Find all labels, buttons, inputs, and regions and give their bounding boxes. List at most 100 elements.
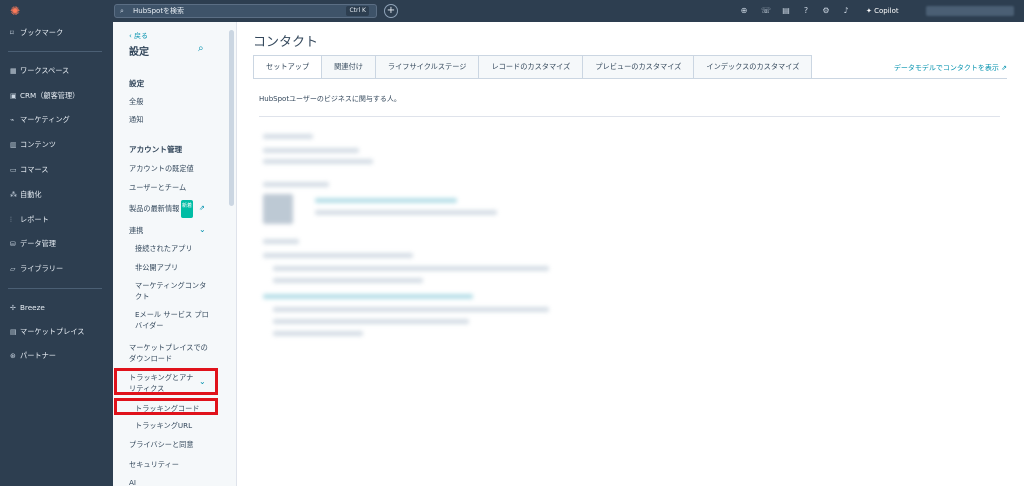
marketplace-icon[interactable]: ▤ — [780, 5, 792, 17]
nav-label: 自動化 — [20, 190, 42, 199]
nav-item-bookmarks[interactable]: ⌑ ブックマーク — [10, 28, 63, 38]
nav-label: データ管理 — [20, 239, 56, 248]
section-divider — [259, 116, 1000, 117]
settings-item-email-provider[interactable]: Eメール サービス プロ — [135, 309, 209, 320]
settings-item-notifications[interactable]: 通知 — [129, 114, 143, 125]
settings-gear-icon[interactable]: ⚙ — [820, 5, 832, 17]
top-navigation-bar: ✺ ⌕ HubSpotを検索 Ctrl K + ⊕ ☏ ▤ ? ⚙ ♪ ✦ Co… — [0, 0, 1024, 22]
nav-item-content[interactable]: ▥ コンテンツ — [10, 140, 56, 150]
settings-item-marketing-contacts-cont: クト — [135, 292, 150, 301]
nav-item-workspace[interactable]: ▦ ワークスペース — [10, 66, 69, 76]
settings-item-marketplace-downloads-cont: ダウンロード — [129, 354, 173, 363]
tab-lifecycle-stages[interactable]: ライフサイクルステージ — [375, 55, 480, 79]
nav-label: マーケティング — [20, 115, 70, 124]
settings-item-users-teams[interactable]: ユーザーとチーム — [129, 182, 186, 193]
nav-label: CRM（顧客管理） — [20, 91, 80, 100]
blurred-content — [263, 148, 359, 153]
marketplace-icon: ▤ — [10, 328, 17, 336]
copilot-button[interactable]: ✦ Copilot — [866, 4, 899, 18]
nav-label: Breeze — [20, 303, 45, 312]
partner-icon: ⊛ — [10, 352, 16, 360]
create-new-button[interactable]: + — [384, 4, 398, 18]
blurred-image — [263, 194, 293, 224]
account-menu[interactable] — [926, 6, 1014, 16]
new-badge: 新着 — [181, 200, 193, 218]
settings-item-connected-apps[interactable]: 接続されたアプリ — [135, 243, 193, 254]
nav-item-reports[interactable]: ⫶ レポート — [10, 215, 49, 225]
breeze-icon: ✢ — [10, 304, 16, 312]
search-shortcut: Ctrl K — [346, 6, 369, 16]
data-icon: ⛁ — [10, 240, 16, 248]
blurred-content — [273, 266, 549, 271]
settings-search-icon[interactable]: ⌕ — [198, 43, 204, 54]
blurred-content — [315, 198, 457, 203]
nav-label: コンテンツ — [20, 140, 56, 149]
blurred-content — [263, 253, 413, 258]
tab-record-customization[interactable]: レコードのカスタマイズ — [479, 55, 584, 79]
settings-item-privacy[interactable]: プライバシーと同意 — [129, 439, 194, 450]
back-link[interactable]: ‹ 戻る — [129, 31, 148, 41]
nav-label: パートナー — [20, 351, 56, 360]
settings-sidebar: ‹ 戻る 設定 ⌕ 設定 全般 通知 アカウント管理 アカウントの既定値 ユーザ… — [113, 22, 237, 486]
nav-divider — [8, 288, 102, 289]
data-model-link[interactable]: データモデルでコンタクトを表示 ⇗ — [894, 63, 1007, 73]
content-icon: ▥ — [10, 141, 17, 149]
nav-label: ブックマーク — [20, 28, 64, 37]
nav-item-breeze[interactable]: ✢ Breeze — [10, 303, 45, 313]
settings-scrollbar[interactable] — [229, 30, 234, 206]
crm-icon: ▣ — [10, 92, 17, 100]
settings-item-tracking-url[interactable]: トラッキングURL — [135, 420, 192, 431]
tab-index-customization[interactable]: インデックスのカスタマイズ — [694, 55, 813, 79]
hubspot-logo-icon[interactable]: ✺ — [8, 4, 22, 18]
external-link-icon: ⇗ — [1001, 64, 1007, 72]
tab-preview-customization[interactable]: プレビューのカスタマイズ — [583, 55, 695, 79]
chevron-down-icon[interactable]: ⌄ — [199, 225, 206, 234]
settings-item-security[interactable]: セキュリティー — [129, 459, 179, 470]
blurred-content — [263, 159, 373, 164]
nav-item-marketplace[interactable]: ▤ マーケットプレイス — [10, 327, 84, 337]
settings-item-general[interactable]: 全般 — [129, 96, 143, 107]
marketing-icon: ⌁ — [10, 116, 15, 124]
automation-icon: ⁂ — [10, 191, 17, 199]
blurred-content — [263, 182, 329, 187]
settings-item-product-updates[interactable]: 製品の最新情報 — [129, 203, 179, 214]
settings-item-marketplace-downloads[interactable]: マーケットプレイスでの — [129, 342, 208, 353]
blurred-content — [315, 210, 497, 215]
nav-item-partner[interactable]: ⊛ パートナー — [10, 351, 56, 361]
help-icon[interactable]: ? — [800, 5, 812, 17]
tab-underline — [253, 78, 1007, 79]
settings-item-email-provider-cont: バイダー — [135, 321, 164, 330]
commerce-icon: ▭ — [10, 166, 17, 174]
tab-associations[interactable]: 関連付け — [322, 55, 376, 79]
blurred-content — [273, 319, 469, 324]
nav-item-data-management[interactable]: ⛁ データ管理 — [10, 239, 56, 249]
settings-item-ai[interactable]: AI — [129, 477, 136, 486]
report-icon: ⫶ — [10, 216, 12, 224]
settings-item-account-defaults[interactable]: アカウントの既定値 — [129, 163, 194, 174]
notifications-bell-icon[interactable]: ♪ — [840, 5, 852, 17]
search-placeholder: HubSpotを検索 — [133, 7, 185, 15]
global-search-input[interactable]: ⌕ HubSpotを検索 Ctrl K — [114, 4, 377, 18]
nav-item-automation[interactable]: ⁂ 自動化 — [10, 190, 42, 200]
tab-setup[interactable]: セットアップ — [253, 55, 323, 79]
nav-item-library[interactable]: ▱ ライブラリー — [10, 264, 63, 274]
nav-item-marketing[interactable]: ⌁ マーケティング — [10, 115, 70, 125]
nav-label: ライブラリー — [20, 264, 64, 273]
settings-item-marketing-contacts[interactable]: マーケティングコンタ — [135, 280, 206, 291]
tab-bar: セットアップ 関連付け ライフサイクルステージ レコードのカスタマイズ プレビュ… — [253, 55, 813, 79]
nav-label: マーケットプレイス — [20, 327, 85, 336]
nav-item-crm[interactable]: ▣ CRM（顧客管理） — [10, 91, 79, 101]
workspace-icon: ▦ — [10, 67, 17, 75]
nav-item-commerce[interactable]: ▭ コマース — [10, 165, 48, 175]
calling-icon[interactable]: ☏ — [760, 5, 772, 17]
copilot-label: Copilot — [874, 7, 899, 15]
blurred-content — [273, 278, 423, 283]
upgrade-icon[interactable]: ⊕ — [738, 5, 750, 17]
settings-item-private-apps[interactable]: 非公開アプリ — [135, 262, 178, 273]
main-sidebar: ⌑ ブックマーク ▦ ワークスペース ▣ CRM（顧客管理） ⌁ マーケティング ▥ コン… — [0, 22, 113, 486]
section-account-heading: アカウント管理 — [129, 145, 183, 154]
library-icon: ▱ — [10, 265, 16, 273]
nav-label: ワークスペース — [20, 66, 70, 75]
highlight-tracking-analytics — [114, 368, 218, 395]
settings-item-integrations[interactable]: 連携 — [129, 225, 143, 236]
